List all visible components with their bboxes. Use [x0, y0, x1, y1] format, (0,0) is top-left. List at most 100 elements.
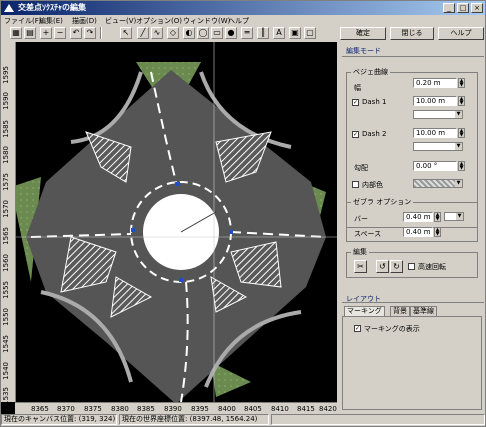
menu-window[interactable]: ウィンドウ(W) [183, 16, 230, 26]
ruler-x-tick: 8410 [271, 405, 289, 413]
dash1-checkbox[interactable]: ✓ [352, 99, 359, 106]
chevron-down-icon: ▼ [455, 143, 462, 150]
vline-icon[interactable]: ║ [257, 27, 269, 39]
ruler-y-tick: 1560 [2, 254, 10, 272]
scissors-icon[interactable]: ✂ [354, 260, 367, 273]
ruler-x-tick: 8380 [111, 405, 129, 413]
zebra-group-label: ゼブラ オプション [351, 197, 414, 207]
ruler-x-tick: 8365 [31, 405, 49, 413]
circle-icon[interactable]: ● [225, 27, 237, 39]
ruler-y-tick: 1545 [2, 335, 10, 353]
ruler-x-tick: 8395 [191, 405, 209, 413]
hline-icon[interactable]: ═ [241, 27, 253, 39]
intersection-drawing[interactable] [1, 42, 337, 414]
menu-file[interactable]: ファイル(F) [4, 16, 42, 26]
close-window-button[interactable]: × [471, 3, 483, 13]
dash2-style-select[interactable]: ▼ [413, 142, 463, 151]
dash1-field[interactable]: 10.00 m [413, 96, 457, 106]
minimize-button[interactable]: _ [443, 3, 455, 13]
zoom-out-icon[interactable]: − [54, 27, 66, 39]
curve-icon[interactable]: ∿ [151, 27, 163, 39]
edit-group-label: 編集 [351, 247, 369, 257]
slope-label: 勾配 [354, 164, 368, 172]
show-marking-checkbox[interactable]: ✓ [354, 325, 361, 332]
bar-color-select[interactable]: ▼ [444, 212, 464, 221]
pointer-icon[interactable]: ↖ [120, 27, 132, 39]
properties-panel: 編集モード ベジェ曲線 幅 0.20 m ▲ ▼ ✓ Dash 1 10.00 m… [340, 42, 485, 414]
divider [342, 302, 484, 303]
world-position-status: 現在の世界座標位置: (8397.48, 1564.24) [119, 414, 269, 425]
fast-rotate-checkbox[interactable] [408, 263, 415, 270]
ruler-x-tick: 8405 [244, 405, 262, 413]
menu-edit[interactable]: 編集(E) [39, 16, 63, 26]
menu-draw[interactable]: 描画(D) [72, 16, 97, 26]
menu-help[interactable]: ヘルプ [228, 16, 249, 26]
space-spinner[interactable]: ▲ ▼ [434, 227, 441, 237]
space-label: スペース [354, 230, 382, 238]
undo-icon[interactable]: ↶ [70, 27, 82, 39]
ruler-y-tick: 1570 [2, 200, 10, 218]
dash1-label: Dash 1 [362, 98, 387, 106]
ruler-y-tick: 1575 [2, 173, 10, 191]
pen-icon[interactable]: ╱ [137, 27, 149, 39]
image-icon[interactable]: ▣ [289, 27, 301, 39]
bar-spinner[interactable]: ▲ ▼ [434, 212, 441, 222]
edit-mode-title: 編集モード [346, 47, 381, 55]
inner-color-checkbox[interactable] [352, 181, 359, 188]
inner-color-label: 内部色 [362, 181, 383, 189]
dash2-checkbox[interactable]: ✓ [352, 131, 359, 138]
control-point[interactable] [131, 228, 135, 232]
rotate-right-icon[interactable]: ↻ [390, 260, 403, 273]
window-icon[interactable]: ▢ [304, 27, 316, 39]
ellipse-icon[interactable]: ◯ [197, 27, 209, 39]
dash1-style-select[interactable]: ▼ [413, 110, 463, 119]
chevron-down-icon: ▼ [456, 213, 463, 220]
menu-view[interactable]: ビュー(V) [105, 16, 136, 26]
dash2-field[interactable]: 10.00 m [413, 128, 457, 138]
tab-background[interactable]: 背景 [390, 306, 410, 316]
menu-options[interactable]: オプション(O) [136, 16, 182, 26]
slope-field[interactable]: 0.00 ° [413, 161, 457, 171]
chevron-down-icon: ▼ [455, 180, 462, 187]
ruler-y-tick: 1595 [2, 66, 10, 84]
toolbar: ▦ ▤ + − ↶ ↷ ↖ ╱ ∿ ◇ ◐ ◯ ▭ ● ═ ║ A ▣ ▢ [1, 26, 333, 42]
dash2-spinner[interactable]: ▲ ▼ [458, 128, 465, 138]
grid-icon[interactable]: ▤ [24, 27, 36, 39]
ruler-x-tick: 8385 [137, 405, 155, 413]
save-icon[interactable]: ▦ [10, 27, 22, 39]
zoom-in-icon[interactable]: + [40, 27, 52, 39]
dash2-label: Dash 2 [362, 130, 387, 138]
width-spinner[interactable]: ▲ ▼ [458, 78, 465, 88]
control-point[interactable] [176, 182, 180, 186]
dash1-spinner[interactable]: ▲ ▼ [458, 96, 465, 106]
redo-icon[interactable]: ↷ [84, 27, 96, 39]
shape-icon[interactable]: ◇ [167, 27, 179, 39]
toolbar-separator [100, 27, 102, 39]
ruler-x-tick: 8400 [218, 405, 236, 413]
bar-field[interactable]: 0.40 m [403, 212, 433, 222]
control-point[interactable] [229, 230, 233, 234]
bezier-group-label: ベジェ曲線 [351, 67, 390, 77]
confirm-button[interactable]: 確定 [340, 27, 386, 40]
maximize-button[interactable]: □ [457, 3, 469, 13]
status-empty [271, 414, 485, 425]
menu-bar: ファイル(F) 編集(E) 描画(D) ビュー(V) オプション(O) ウィンド… [1, 16, 331, 26]
close-button[interactable]: 閉じる [390, 27, 434, 40]
show-marking-label: マーキングの表示 [364, 325, 420, 333]
control-point[interactable] [179, 278, 183, 282]
ruler-x-tick: 8415 [297, 405, 315, 413]
slope-spinner[interactable]: ▲ ▼ [458, 161, 465, 171]
ruler-y-tick: 1550 [2, 308, 10, 326]
help-button[interactable]: ヘルプ [438, 27, 484, 40]
rect-icon[interactable]: ▭ [211, 27, 223, 39]
space-field[interactable]: 0.40 m [403, 227, 433, 237]
window-title: 交差点ｿｸｽﾁｬの編集 [18, 3, 86, 12]
text-icon[interactable]: A [273, 27, 285, 39]
width-field[interactable]: 0.20 m [413, 78, 457, 88]
drawing-canvas[interactable] [1, 42, 337, 414]
inner-color-select[interactable]: ▼ [413, 179, 463, 188]
rotate-left-icon[interactable]: ↺ [376, 260, 389, 273]
tab-marking[interactable]: マーキング [344, 306, 385, 316]
tab-reference-line[interactable]: 基準線 [410, 306, 437, 316]
fill-icon[interactable]: ◐ [183, 27, 195, 39]
